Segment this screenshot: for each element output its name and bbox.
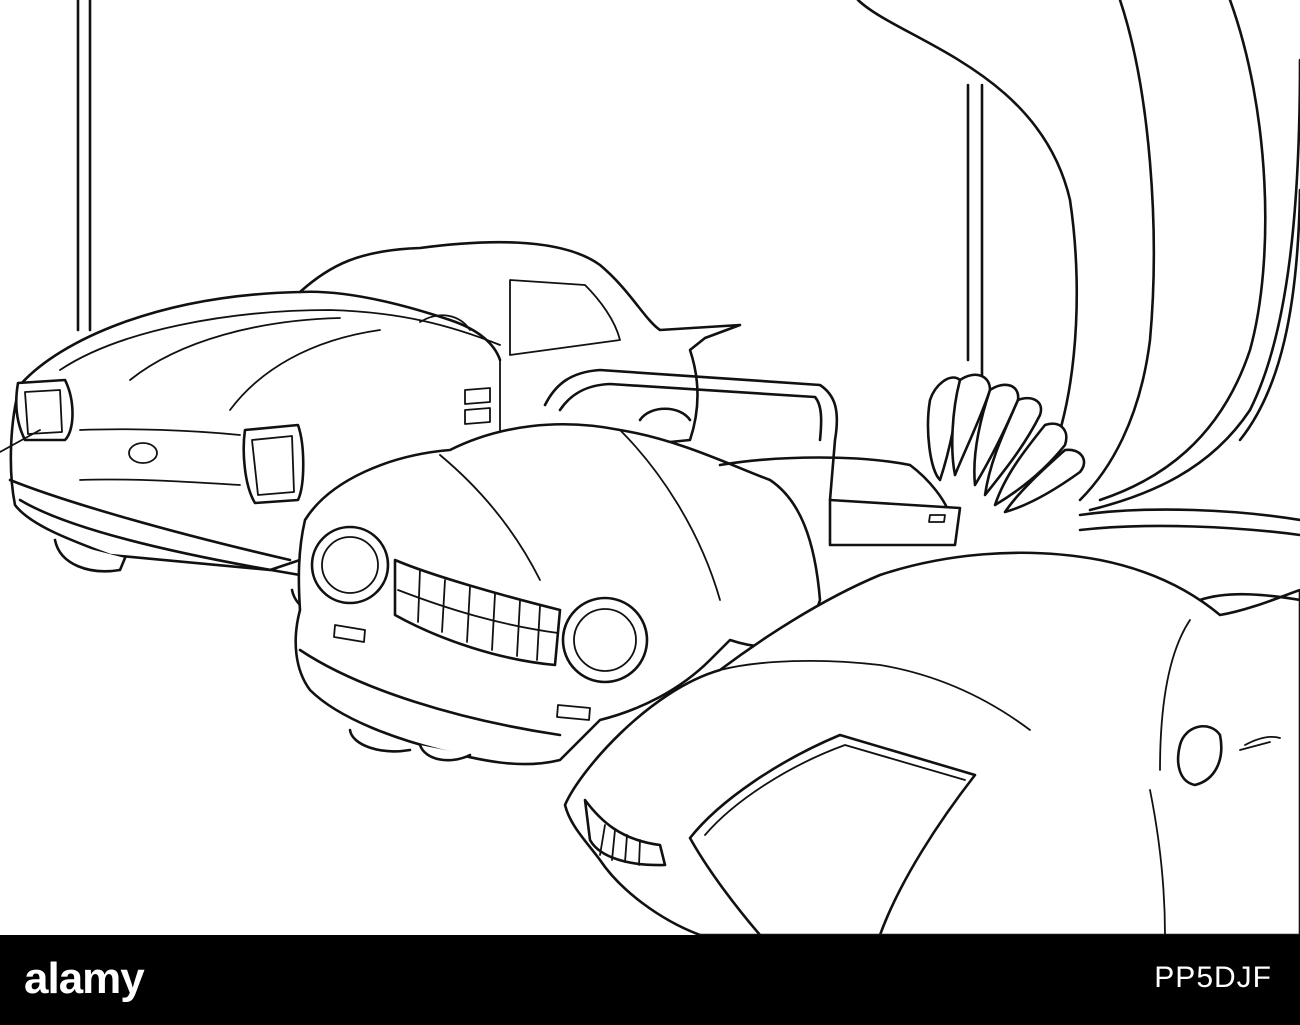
curtain-drape [856, 0, 1300, 512]
watermark-bar: alamy PP5DJF [0, 935, 1300, 1025]
svg-text:alamy: alamy [24, 954, 145, 1003]
image-id: PP5DJF [1154, 961, 1272, 994]
alamy-logo: alamy [24, 945, 174, 1015]
car-illustration [0, 0, 1300, 935]
feather-wing [926, 373, 1086, 514]
